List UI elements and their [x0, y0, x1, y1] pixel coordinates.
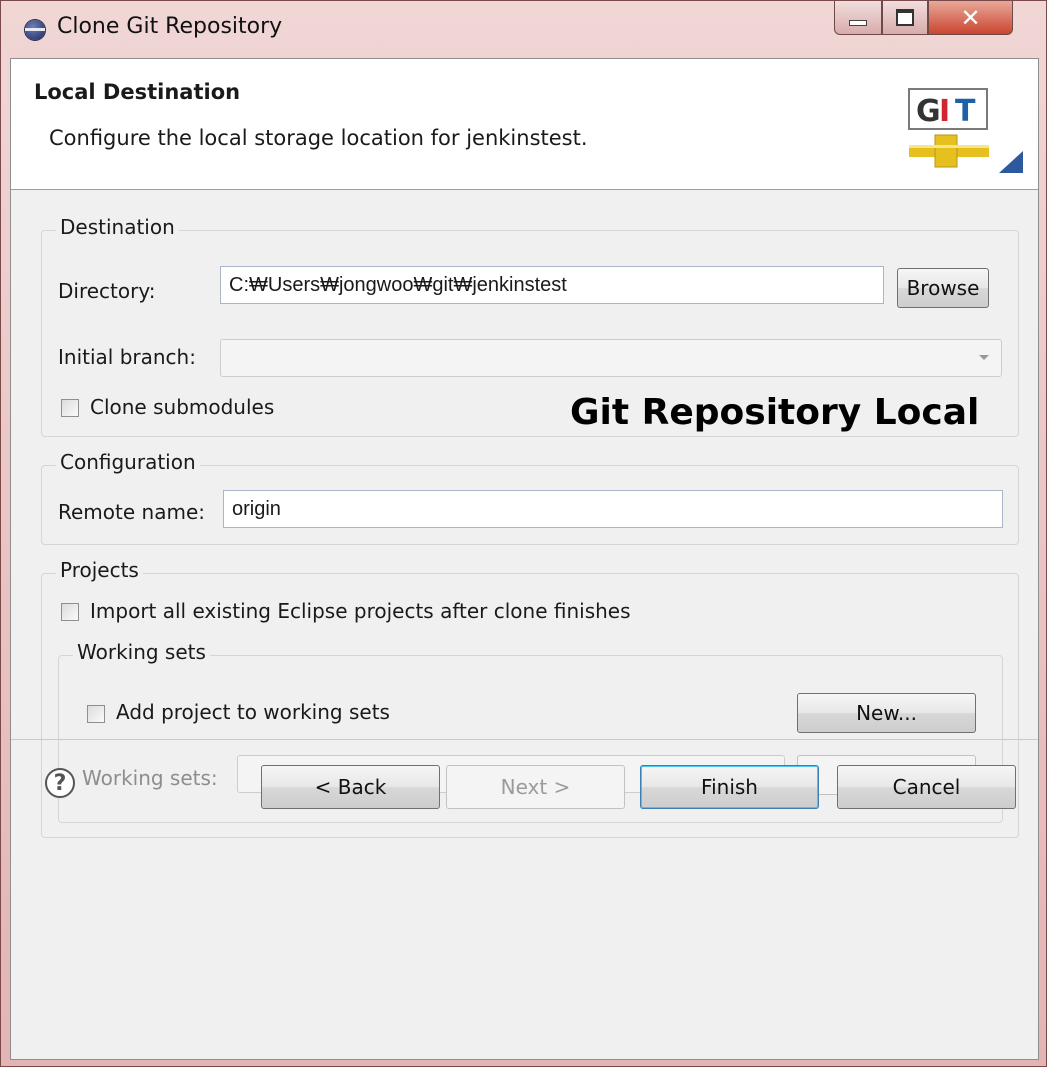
new-working-set-button[interactable]: New...: [797, 693, 976, 733]
git-logo-icon: G I T: [908, 88, 1023, 173]
browse-button[interactable]: Browse: [897, 268, 989, 308]
svg-text:T: T: [955, 94, 976, 129]
destination-legend: Destination: [56, 215, 179, 239]
initial-branch-select[interactable]: [220, 339, 1002, 377]
help-icon[interactable]: ?: [45, 768, 75, 798]
directory-input[interactable]: [220, 266, 884, 304]
close-button[interactable]: ✕: [928, 1, 1013, 35]
import-projects-label[interactable]: Import all existing Eclipse projects aft…: [90, 599, 631, 623]
eclipse-icon: [25, 20, 45, 40]
maximize-icon: [896, 9, 914, 26]
svg-text:G: G: [916, 94, 941, 129]
finish-button[interactable]: Finish: [640, 765, 819, 809]
working-sets-label: Working sets:: [82, 766, 218, 790]
clone-submodules-checkbox[interactable]: [61, 399, 79, 417]
maximize-button[interactable]: [882, 1, 928, 35]
overlay-caption: Git Repository Local: [570, 392, 980, 433]
svg-text:I: I: [939, 94, 950, 129]
dialog-client-area: Local Destination Configure the local st…: [10, 58, 1039, 1060]
footer-divider: [11, 739, 1038, 740]
directory-label: Directory:: [58, 279, 156, 303]
minimize-icon: [849, 19, 867, 26]
remote-name-label: Remote name:: [58, 500, 205, 524]
working-sets-legend: Working sets: [73, 640, 210, 664]
clone-submodules-label[interactable]: Clone submodules: [90, 395, 274, 419]
window-title: Clone Git Repository: [57, 14, 283, 39]
initial-branch-label: Initial branch:: [58, 345, 196, 369]
page-description: Configure the local storage location for…: [49, 126, 588, 150]
import-projects-checkbox[interactable]: [61, 603, 79, 621]
minimize-button[interactable]: [834, 1, 882, 35]
cancel-button[interactable]: Cancel: [837, 765, 1016, 809]
window-controls: ✕: [834, 1, 1013, 37]
chevron-down-icon: [979, 355, 989, 360]
add-to-working-sets-checkbox[interactable]: [87, 705, 105, 723]
add-to-working-sets-label[interactable]: Add project to working sets: [116, 700, 390, 724]
page-title: Local Destination: [34, 80, 241, 104]
remote-name-input[interactable]: [223, 490, 1003, 528]
next-button[interactable]: Next >: [446, 765, 625, 809]
wizard-banner: Local Destination Configure the local st…: [11, 59, 1038, 190]
title-bar[interactable]: Clone Git Repository ✕: [1, 1, 1046, 57]
back-button[interactable]: < Back: [261, 765, 440, 809]
close-icon: ✕: [960, 3, 981, 32]
projects-legend: Projects: [56, 558, 143, 582]
configuration-legend: Configuration: [56, 450, 200, 474]
dialog-window: Clone Git Repository ✕ Local Destination…: [0, 0, 1047, 1067]
